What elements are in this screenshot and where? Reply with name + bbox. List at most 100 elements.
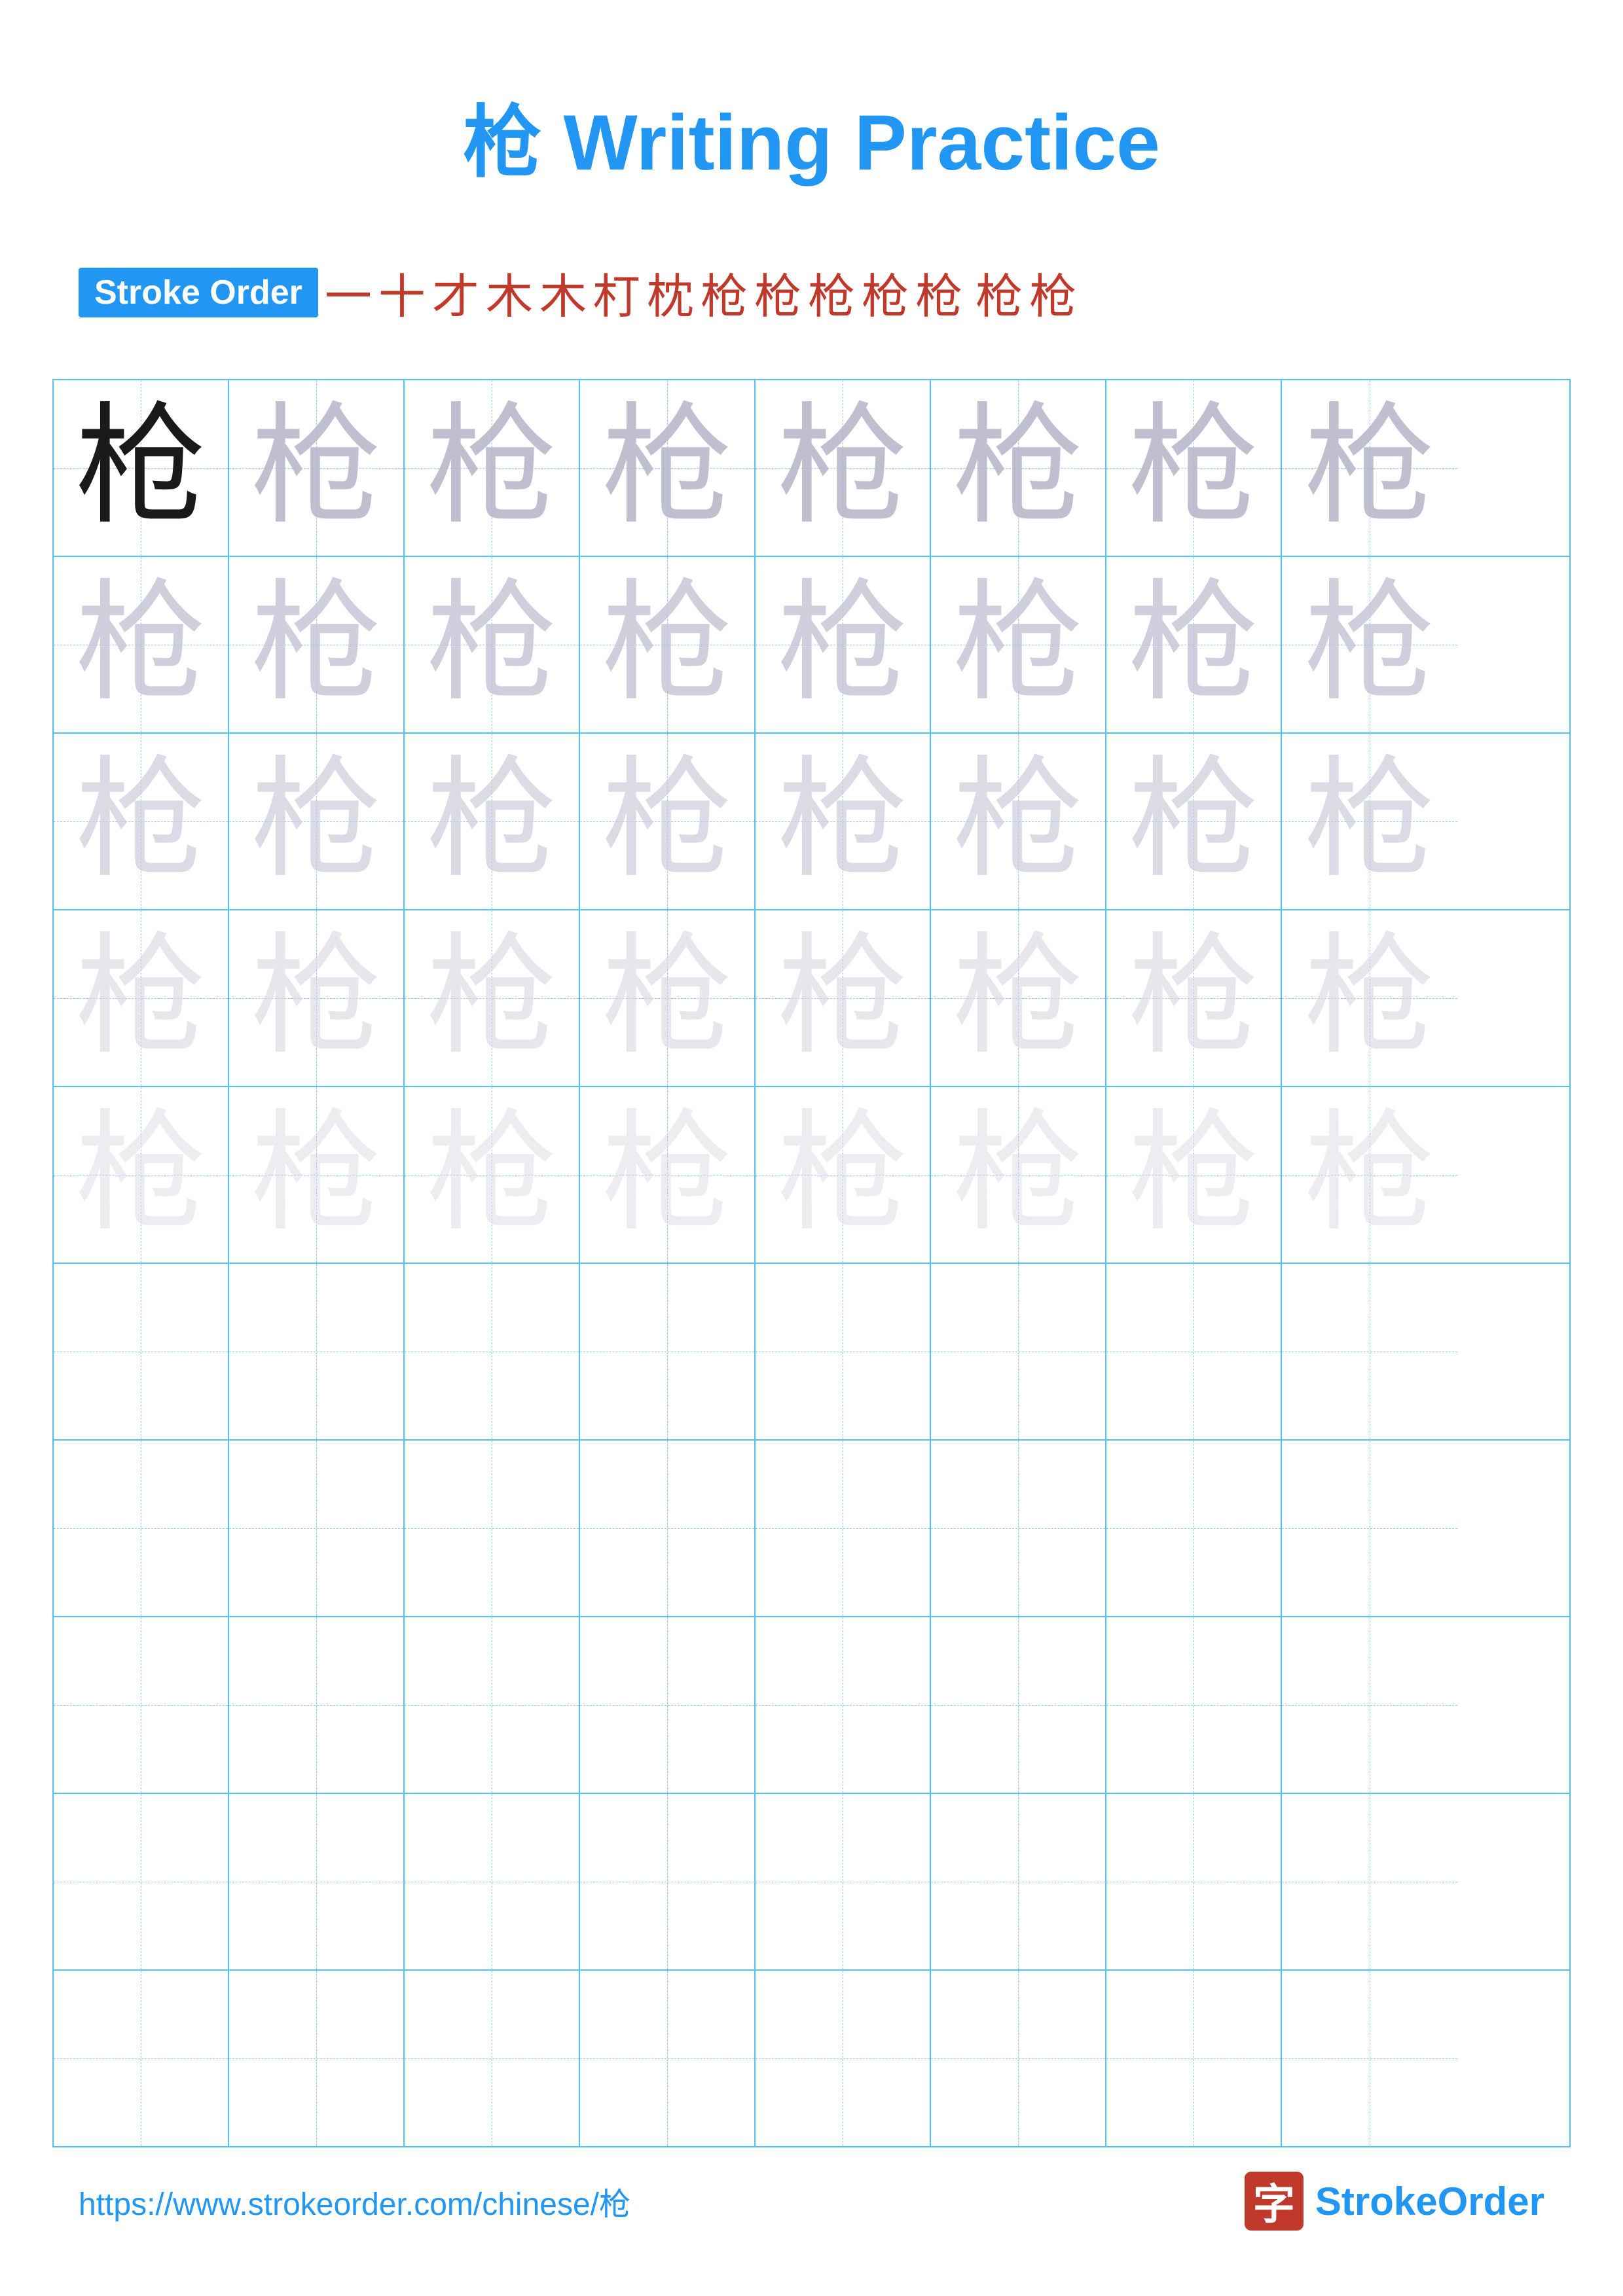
grid-cell-7-3[interactable] bbox=[405, 1441, 580, 1616]
grid-cell-4-7[interactable]: 枪 bbox=[1106, 910, 1282, 1086]
stroke-char-9: 枪 bbox=[754, 258, 801, 327]
practice-char-light: 枪 bbox=[953, 756, 1084, 887]
page-title: 枪 Writing Practice bbox=[0, 79, 1623, 192]
grid-cell-2-6[interactable]: 枪 bbox=[931, 557, 1106, 732]
grid-cell-7-7[interactable] bbox=[1106, 1441, 1282, 1616]
grid-cell-10-7[interactable] bbox=[1106, 1971, 1282, 2146]
grid-cell-1-7[interactable]: 枪 bbox=[1106, 380, 1282, 556]
grid-row-4: 枪 枪 枪 枪 枪 枪 枪 枪 bbox=[54, 910, 1569, 1087]
grid-cell-7-1[interactable] bbox=[54, 1441, 229, 1616]
grid-cell-6-3[interactable] bbox=[405, 1264, 580, 1439]
grid-cell-9-7[interactable] bbox=[1106, 1794, 1282, 1969]
grid-cell-7-4[interactable] bbox=[580, 1441, 756, 1616]
grid-cell-4-4[interactable]: 枪 bbox=[580, 910, 756, 1086]
grid-cell-3-7[interactable]: 枪 bbox=[1106, 734, 1282, 909]
practice-char-light: 枪 bbox=[777, 933, 908, 1064]
stroke-order-chars: 一 十 才 木 木 朾 枕 枪 枪 枪 枪 枪 枪 枪 bbox=[325, 258, 1076, 327]
grid-cell-6-1[interactable] bbox=[54, 1264, 229, 1439]
stroke-char-10: 枪 bbox=[808, 258, 855, 327]
grid-cell-10-2[interactable] bbox=[229, 1971, 405, 2146]
grid-cell-5-1[interactable]: 枪 bbox=[54, 1087, 229, 1263]
grid-cell-6-6[interactable] bbox=[931, 1264, 1106, 1439]
grid-cell-3-5[interactable]: 枪 bbox=[756, 734, 931, 909]
grid-row-9 bbox=[54, 1794, 1569, 1971]
grid-cell-5-6[interactable]: 枪 bbox=[931, 1087, 1106, 1263]
grid-cell-4-1[interactable]: 枪 bbox=[54, 910, 229, 1086]
grid-cell-5-8[interactable]: 枪 bbox=[1282, 1087, 1457, 1263]
practice-char-light: 枪 bbox=[953, 1109, 1084, 1240]
grid-cell-6-2[interactable] bbox=[229, 1264, 405, 1439]
practice-char-light: 枪 bbox=[426, 579, 557, 710]
practice-char-light: 枪 bbox=[1304, 1109, 1435, 1240]
grid-cell-1-8[interactable]: 枪 bbox=[1282, 380, 1457, 556]
grid-cell-6-7[interactable] bbox=[1106, 1264, 1282, 1439]
grid-cell-10-3[interactable] bbox=[405, 1971, 580, 2146]
grid-cell-6-5[interactable] bbox=[756, 1264, 931, 1439]
grid-cell-10-6[interactable] bbox=[931, 1971, 1106, 2146]
grid-cell-8-6[interactable] bbox=[931, 1617, 1106, 1793]
grid-cell-10-1[interactable] bbox=[54, 1971, 229, 2146]
grid-cell-8-1[interactable] bbox=[54, 1617, 229, 1793]
grid-cell-5-4[interactable]: 枪 bbox=[580, 1087, 756, 1263]
grid-cell-5-7[interactable]: 枪 bbox=[1106, 1087, 1282, 1263]
grid-cell-4-8[interactable]: 枪 bbox=[1282, 910, 1457, 1086]
grid-cell-10-8[interactable] bbox=[1282, 1971, 1457, 2146]
grid-cell-1-2[interactable]: 枪 bbox=[229, 380, 405, 556]
grid-cell-3-4[interactable]: 枪 bbox=[580, 734, 756, 909]
grid-cell-10-5[interactable] bbox=[756, 1971, 931, 2146]
practice-char-light: 枪 bbox=[251, 933, 382, 1064]
practice-char-light: 枪 bbox=[602, 933, 733, 1064]
grid-cell-2-1[interactable]: 枪 bbox=[54, 557, 229, 732]
grid-cell-4-6[interactable]: 枪 bbox=[931, 910, 1106, 1086]
grid-cell-1-5[interactable]: 枪 bbox=[756, 380, 931, 556]
grid-cell-5-3[interactable]: 枪 bbox=[405, 1087, 580, 1263]
grid-cell-3-1[interactable]: 枪 bbox=[54, 734, 229, 909]
grid-cell-9-3[interactable] bbox=[405, 1794, 580, 1969]
grid-cell-2-4[interactable]: 枪 bbox=[580, 557, 756, 732]
grid-cell-1-4[interactable]: 枪 bbox=[580, 380, 756, 556]
stroke-char-12: 枪 bbox=[915, 258, 962, 327]
grid-cell-7-5[interactable] bbox=[756, 1441, 931, 1616]
grid-cell-3-8[interactable]: 枪 bbox=[1282, 734, 1457, 909]
logo-text: StrokeOrder bbox=[1315, 2179, 1544, 2224]
grid-cell-4-5[interactable]: 枪 bbox=[756, 910, 931, 1086]
grid-cell-1-6[interactable]: 枪 bbox=[931, 380, 1106, 556]
grid-cell-2-8[interactable]: 枪 bbox=[1282, 557, 1457, 732]
grid-cell-2-2[interactable]: 枪 bbox=[229, 557, 405, 732]
grid-cell-5-5[interactable]: 枪 bbox=[756, 1087, 931, 1263]
grid-cell-1-3[interactable]: 枪 bbox=[405, 380, 580, 556]
grid-cell-8-3[interactable] bbox=[405, 1617, 580, 1793]
grid-cell-8-2[interactable] bbox=[229, 1617, 405, 1793]
practice-char-light: 枪 bbox=[953, 403, 1084, 533]
grid-cell-4-2[interactable]: 枪 bbox=[229, 910, 405, 1086]
grid-cell-7-8[interactable] bbox=[1282, 1441, 1457, 1616]
footer-url[interactable]: https://www.strokeorder.com/chinese/枪 bbox=[79, 2178, 630, 2224]
grid-cell-3-6[interactable]: 枪 bbox=[931, 734, 1106, 909]
grid-cell-2-7[interactable]: 枪 bbox=[1106, 557, 1282, 732]
grid-cell-9-8[interactable] bbox=[1282, 1794, 1457, 1969]
grid-cell-9-1[interactable] bbox=[54, 1794, 229, 1969]
grid-cell-9-2[interactable] bbox=[229, 1794, 405, 1969]
grid-cell-9-6[interactable] bbox=[931, 1794, 1106, 1969]
grid-cell-4-3[interactable]: 枪 bbox=[405, 910, 580, 1086]
grid-row-3: 枪 枪 枪 枪 枪 枪 枪 枪 bbox=[54, 734, 1569, 910]
grid-cell-9-4[interactable] bbox=[580, 1794, 756, 1969]
grid-cell-2-5[interactable]: 枪 bbox=[756, 557, 931, 732]
grid-cell-9-5[interactable] bbox=[756, 1794, 931, 1969]
title-char: 枪 Writing Practice bbox=[463, 99, 1160, 187]
grid-cell-7-6[interactable] bbox=[931, 1441, 1106, 1616]
grid-cell-8-4[interactable] bbox=[580, 1617, 756, 1793]
grid-cell-3-2[interactable]: 枪 bbox=[229, 734, 405, 909]
grid-cell-2-3[interactable]: 枪 bbox=[405, 557, 580, 732]
grid-cell-8-8[interactable] bbox=[1282, 1617, 1457, 1793]
grid-cell-8-7[interactable] bbox=[1106, 1617, 1282, 1793]
grid-cell-3-3[interactable]: 枪 bbox=[405, 734, 580, 909]
grid-cell-5-2[interactable]: 枪 bbox=[229, 1087, 405, 1263]
grid-cell-7-2[interactable] bbox=[229, 1441, 405, 1616]
grid-cell-6-8[interactable] bbox=[1282, 1264, 1457, 1439]
stroke-char-4: 木 bbox=[486, 258, 533, 327]
grid-cell-6-4[interactable] bbox=[580, 1264, 756, 1439]
grid-cell-10-4[interactable] bbox=[580, 1971, 756, 2146]
grid-cell-8-5[interactable] bbox=[756, 1617, 931, 1793]
grid-cell-1-1[interactable]: 枪 bbox=[54, 380, 229, 556]
